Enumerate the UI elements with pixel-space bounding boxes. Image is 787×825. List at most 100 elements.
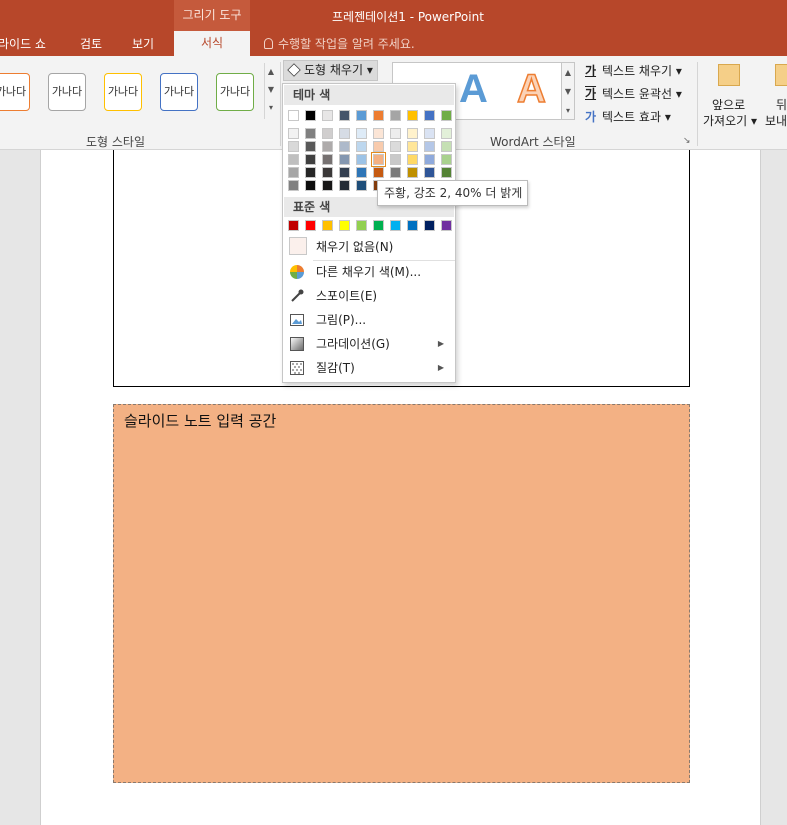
theme-shade-swatch[interactable] — [441, 141, 452, 152]
theme-shade-swatch[interactable] — [305, 128, 316, 139]
theme-shade-swatch[interactable] — [390, 128, 401, 139]
theme-shade-swatch[interactable] — [339, 141, 350, 152]
tab-slideshow[interactable]: 라이드 쇼 — [0, 35, 46, 52]
theme-shade-swatch[interactable] — [339, 180, 350, 191]
theme-shade-swatch[interactable] — [339, 154, 350, 165]
theme-shade-swatch[interactable] — [356, 141, 367, 152]
bring-forward-label-2[interactable]: 가져오기 ▾ — [703, 112, 757, 129]
tab-review[interactable]: 검토 — [80, 35, 102, 52]
more-fill-colors-item[interactable]: 다른 채우기 색(M)... — [284, 260, 454, 284]
standard-color-swatch[interactable] — [356, 220, 367, 231]
theme-color-swatch[interactable] — [390, 110, 401, 121]
theme-shade-swatch[interactable] — [305, 180, 316, 191]
theme-shade-swatch[interactable] — [322, 180, 333, 191]
theme-shade-swatch[interactable] — [424, 167, 435, 178]
text-outline-button[interactable]: 가 텍스트 윤곽선 ▾ — [585, 85, 682, 102]
theme-shade-swatch[interactable] — [390, 141, 401, 152]
theme-shade-swatch[interactable] — [441, 154, 452, 165]
theme-shade-swatch[interactable] — [356, 167, 367, 178]
theme-shade-swatch[interactable] — [407, 154, 418, 165]
standard-color-swatch[interactable] — [373, 220, 384, 231]
theme-shade-swatch[interactable] — [322, 141, 333, 152]
theme-shade-swatch[interactable] — [288, 154, 299, 165]
theme-color-swatch[interactable] — [424, 110, 435, 121]
scroll-down-icon[interactable]: ▼ — [265, 81, 277, 99]
tell-me-box[interactable]: 수행할 작업을 알려 주세요. — [264, 35, 415, 52]
shape-style-orange[interactable]: 가나다 — [0, 73, 30, 111]
bring-forward-label-1[interactable]: 앞으로 — [712, 96, 745, 113]
theme-color-swatch[interactable] — [322, 110, 333, 121]
theme-shade-swatch[interactable] — [305, 167, 316, 178]
theme-shade-swatch[interactable] — [390, 154, 401, 165]
theme-color-swatch[interactable] — [373, 110, 384, 121]
scroll-up-icon[interactable]: ▲ — [265, 63, 277, 81]
theme-shade-swatch[interactable] — [373, 128, 384, 139]
theme-color-swatch[interactable] — [339, 110, 350, 121]
theme-shade-swatch[interactable] — [356, 154, 367, 165]
theme-color-swatch[interactable] — [441, 110, 452, 121]
notes-placeholder[interactable]: 슬라이드 노트 입력 공간 — [113, 404, 690, 783]
theme-shade-swatch[interactable] — [373, 141, 384, 152]
theme-color-swatch[interactable] — [407, 110, 418, 121]
shape-style-gallery-scroll[interactable]: ▲ ▼ ▾ — [264, 63, 277, 119]
gradient-fill-item[interactable]: 그라데이션(G) ▶ — [284, 332, 454, 356]
wordart-style-orange-outline[interactable]: A — [516, 66, 546, 112]
wordart-gallery-scroll[interactable]: ▲ ▼ ▾ — [562, 62, 575, 120]
tab-format[interactable]: 서식 — [174, 31, 250, 56]
standard-color-swatch[interactable] — [441, 220, 452, 231]
shape-style-blue[interactable]: 가나다 — [160, 73, 198, 111]
standard-color-swatch[interactable] — [339, 220, 350, 231]
notes-placeholder-text[interactable]: 슬라이드 노트 입력 공간 — [124, 410, 276, 431]
standard-color-swatch[interactable] — [322, 220, 333, 231]
theme-shade-swatch[interactable] — [339, 128, 350, 139]
theme-shade-swatch[interactable] — [407, 141, 418, 152]
send-backward-icon[interactable] — [775, 64, 787, 86]
no-fill-item[interactable]: 채우기 없음(N) — [284, 235, 454, 259]
theme-shade-swatch[interactable] — [424, 141, 435, 152]
dialog-launcher-icon[interactable]: ↘ — [683, 136, 691, 146]
bring-forward-icon[interactable] — [718, 64, 740, 86]
theme-color-swatch[interactable] — [305, 110, 316, 121]
theme-shade-swatch[interactable] — [407, 167, 418, 178]
theme-shade-swatch[interactable] — [322, 128, 333, 139]
text-effects-button[interactable]: 가 텍스트 효과 ▾ — [585, 108, 671, 125]
theme-shade-swatch[interactable] — [356, 180, 367, 191]
shape-style-green[interactable]: 가나다 — [216, 73, 254, 111]
standard-color-swatch[interactable] — [407, 220, 418, 231]
theme-shade-swatch[interactable] — [339, 167, 350, 178]
send-backward-label-2[interactable]: 보내 — [765, 112, 787, 129]
theme-color-swatch[interactable] — [356, 110, 367, 121]
shape-fill-button[interactable]: 도형 채우기 ▾ — [283, 60, 378, 81]
theme-shade-swatch[interactable] — [407, 128, 418, 139]
picture-fill-item[interactable]: 그림(P)... — [284, 308, 454, 332]
theme-shade-swatch[interactable] — [390, 167, 401, 178]
eyedropper-item[interactable]: 스포이트(E) — [284, 284, 454, 308]
gallery-more-icon[interactable]: ▾ — [562, 101, 574, 120]
theme-color-swatch[interactable] — [288, 110, 299, 121]
theme-shade-swatch[interactable] — [424, 128, 435, 139]
gallery-more-icon[interactable]: ▾ — [265, 99, 277, 117]
theme-shade-swatch[interactable] — [322, 154, 333, 165]
theme-shade-swatch[interactable] — [373, 167, 384, 178]
shape-style-gray[interactable]: 가나다 — [48, 73, 86, 111]
theme-shade-swatch[interactable] — [288, 167, 299, 178]
standard-color-swatch[interactable] — [288, 220, 299, 231]
theme-shade-swatch[interactable] — [441, 167, 452, 178]
theme-shade-swatch[interactable] — [288, 141, 299, 152]
theme-shade-swatch[interactable] — [424, 154, 435, 165]
theme-shade-swatch[interactable] — [322, 167, 333, 178]
tab-view[interactable]: 보기 — [132, 35, 154, 52]
standard-color-swatch[interactable] — [424, 220, 435, 231]
theme-shade-swatch[interactable] — [356, 128, 367, 139]
theme-shade-swatch[interactable] — [305, 154, 316, 165]
theme-shade-swatch[interactable] — [441, 128, 452, 139]
texture-fill-item[interactable]: 질감(T) ▶ — [284, 356, 454, 380]
text-fill-button[interactable]: 가 텍스트 채우기 ▾ — [585, 62, 682, 79]
theme-shade-swatch[interactable] — [288, 128, 299, 139]
theme-shade-swatch[interactable] — [371, 152, 386, 167]
theme-shade-swatch[interactable] — [288, 180, 299, 191]
shape-style-gold[interactable]: 가나다 — [104, 73, 142, 111]
standard-color-swatch[interactable] — [305, 220, 316, 231]
wordart-style-blue[interactable]: A — [459, 67, 488, 112]
theme-shade-swatch[interactable] — [305, 141, 316, 152]
